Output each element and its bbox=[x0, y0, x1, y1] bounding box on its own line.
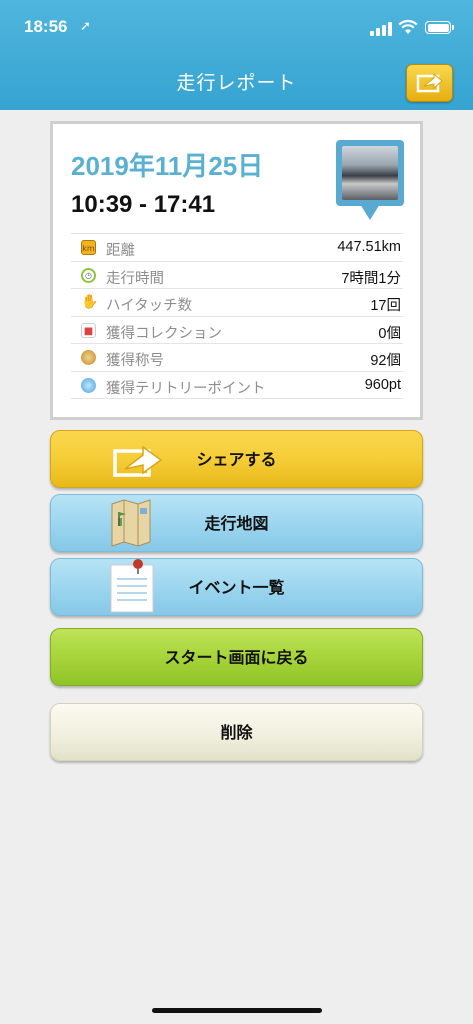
distance-km-icon: km bbox=[81, 240, 96, 255]
stat-value: 447.51km bbox=[337, 239, 401, 255]
stat-value: 960pt bbox=[364, 376, 401, 393]
status-time: 18:56 bbox=[24, 17, 68, 36]
stat-label: 獲得コレクション bbox=[106, 325, 222, 342]
share-button[interactable]: シェアする bbox=[50, 430, 423, 488]
delete-button-label: 削除 bbox=[220, 723, 253, 742]
report-card: 2019年11月25日 10:39 - 17:41 km 距離 447.51km… bbox=[50, 121, 423, 420]
drive-map-button-label: 走行地図 bbox=[204, 514, 269, 533]
drive-map-button[interactable]: 走行地図 bbox=[50, 494, 423, 552]
back-to-start-button[interactable]: スタート画面に戻る bbox=[50, 628, 423, 686]
status-bar: 18:56 ➚ bbox=[0, 0, 473, 54]
share-button-label: シェアする bbox=[196, 450, 277, 469]
stat-value: 0個 bbox=[378, 325, 401, 342]
photo-map-pin[interactable] bbox=[336, 140, 404, 224]
stat-row-titles: 獲得称号 92個 bbox=[71, 343, 403, 371]
battery-icon bbox=[425, 21, 454, 34]
app-header: 18:56 ➚ 走行レポート bbox=[0, 0, 473, 110]
medal-icon bbox=[81, 350, 96, 366]
share-icon bbox=[416, 72, 443, 92]
stat-row-high-touch: ✋ ハイタッチ数 17回 bbox=[71, 288, 403, 316]
car-card-icon: ■ bbox=[81, 322, 96, 338]
stat-value: 92個 bbox=[370, 353, 401, 370]
event-list-button-label: イベント一覧 bbox=[188, 578, 285, 597]
stat-label: 獲得称号 bbox=[106, 353, 164, 370]
stat-value: 7時間1分 bbox=[341, 270, 401, 287]
report-date: 2019年11月25日 bbox=[71, 151, 264, 181]
cellular-signal-icon bbox=[370, 22, 392, 36]
stat-row-collection: ■ 獲得コレクション 0個 bbox=[71, 315, 403, 344]
stat-value: 17回 bbox=[370, 298, 401, 315]
wifi-icon bbox=[398, 19, 418, 34]
home-indicator[interactable] bbox=[152, 1008, 322, 1013]
car-photo bbox=[342, 146, 398, 200]
page-title: 走行レポート bbox=[176, 72, 297, 94]
territory-point-icon bbox=[81, 377, 96, 393]
stat-row-drive-time: ◷ 走行時間 7時間1分 bbox=[71, 260, 403, 289]
event-list-button[interactable]: イベント一覧 bbox=[50, 558, 423, 616]
stat-row-territory-points: 獲得テリトリーポイント 960pt bbox=[71, 370, 403, 399]
stat-row-distance: km 距離 447.51km bbox=[71, 233, 403, 261]
back-to-start-button-label: スタート画面に戻る bbox=[164, 648, 309, 667]
report-time-range: 10:39 - 17:41 bbox=[71, 191, 216, 218]
stats-list: km 距離 447.51km ◷ 走行時間 7時間1分 ✋ ハイタッチ数 17回… bbox=[71, 233, 403, 399]
stat-label: ハイタッチ数 bbox=[106, 298, 193, 315]
delete-button[interactable]: 削除 bbox=[50, 703, 423, 761]
stat-label: 獲得テリトリーポイント bbox=[106, 380, 266, 397]
location-arrow-icon: ➚ bbox=[80, 19, 91, 34]
stat-label: 距離 bbox=[106, 243, 135, 259]
hand-icon: ✋ bbox=[81, 294, 99, 311]
clock-icon: ◷ bbox=[81, 267, 96, 283]
stat-label: 走行時間 bbox=[106, 270, 164, 287]
share-header-button[interactable] bbox=[406, 64, 453, 102]
